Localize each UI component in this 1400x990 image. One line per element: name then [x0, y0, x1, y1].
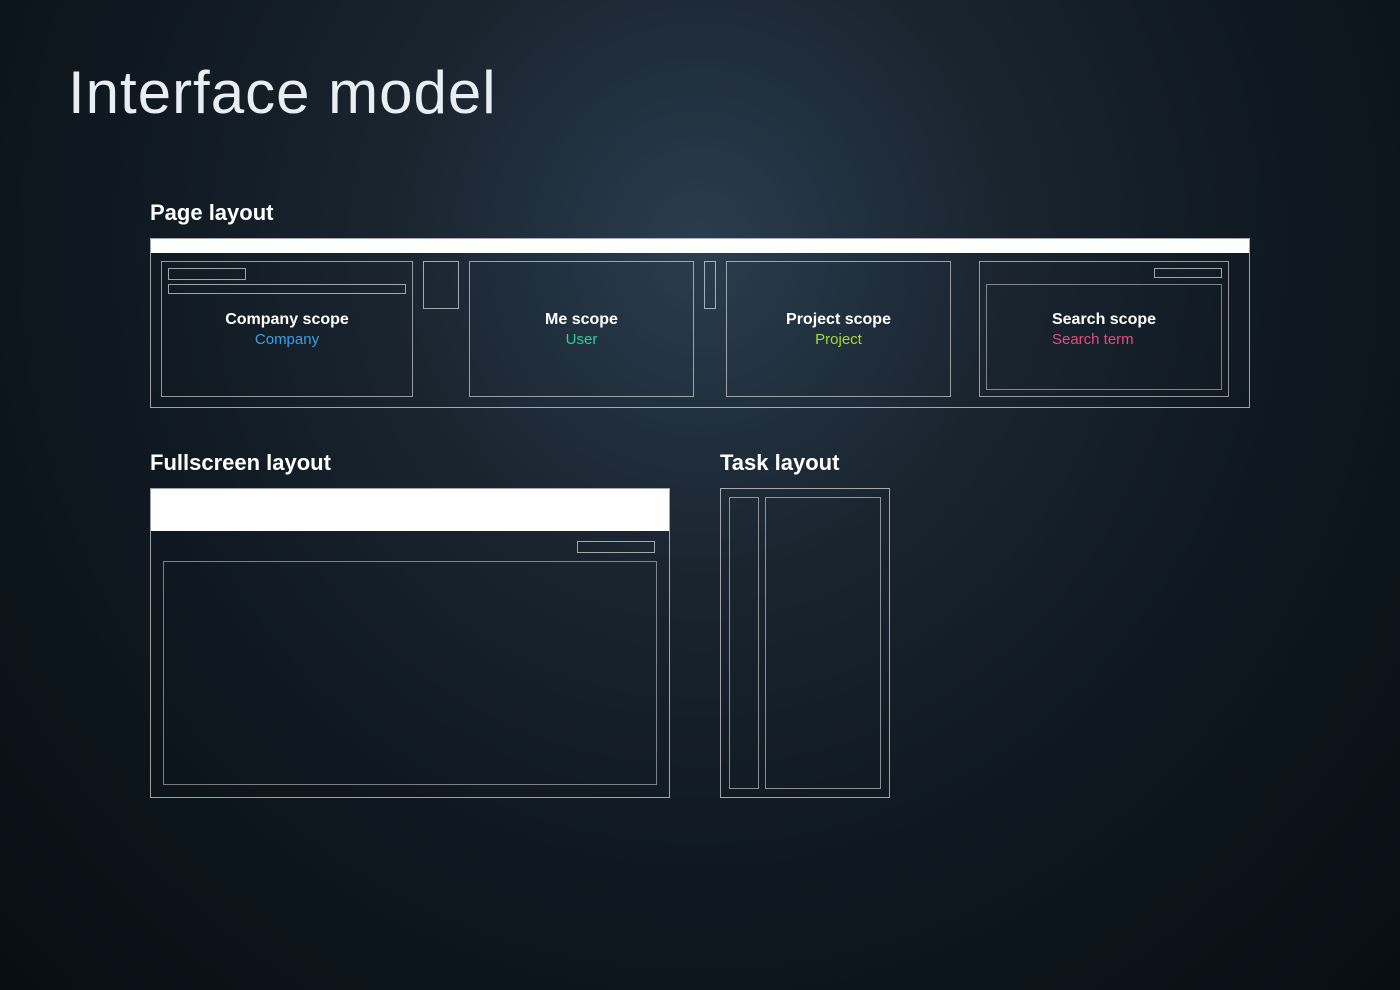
side-panel	[423, 261, 459, 309]
search-scope-card: Search scope Search term	[979, 261, 1229, 397]
me-scope-title: Me scope	[545, 311, 618, 329]
task-col-narrow	[729, 497, 759, 789]
me-scope-card: Me scope User	[469, 261, 694, 397]
fullscreen-chip	[577, 541, 655, 553]
page-layout-topbar	[151, 239, 1249, 253]
company-scope-subtitle: Company	[255, 331, 319, 348]
fullscreen-body	[151, 531, 669, 797]
fullscreen-layout-heading: Fullscreen layout	[150, 450, 670, 476]
project-scope-card: Project scope Project	[726, 261, 951, 397]
task-frame	[720, 488, 890, 798]
vertical-chip	[704, 261, 716, 309]
fullscreen-topbar	[151, 489, 669, 531]
project-scope-title: Project scope	[786, 311, 891, 329]
project-scope-subtitle: Project	[815, 331, 862, 348]
company-chip-band	[168, 284, 406, 294]
task-layout-heading: Task layout	[720, 450, 890, 476]
task-col-wide	[765, 497, 881, 789]
fullscreen-layout-section: Fullscreen layout	[150, 450, 670, 798]
search-scope-title: Search scope	[1052, 311, 1156, 329]
page-layout-frame: Company scope Company Me scope User Proj…	[150, 238, 1250, 408]
page-layout-section: Page layout Company scope Company Me sco…	[150, 200, 1250, 408]
fullscreen-inner	[163, 561, 657, 785]
search-scope-subtitle: Search term	[1052, 331, 1156, 348]
search-chip-top	[1154, 268, 1222, 278]
company-scope-card: Company scope Company	[161, 261, 413, 397]
page-layout-heading: Page layout	[150, 200, 1250, 226]
me-scope-subtitle: User	[566, 331, 598, 348]
page-title: Interface model	[68, 58, 497, 127]
fullscreen-frame	[150, 488, 670, 798]
company-chip-small	[168, 268, 246, 280]
page-layout-body: Company scope Company Me scope User Proj…	[151, 253, 1249, 407]
task-layout-section: Task layout	[720, 450, 890, 798]
company-scope-title: Company scope	[225, 311, 349, 329]
